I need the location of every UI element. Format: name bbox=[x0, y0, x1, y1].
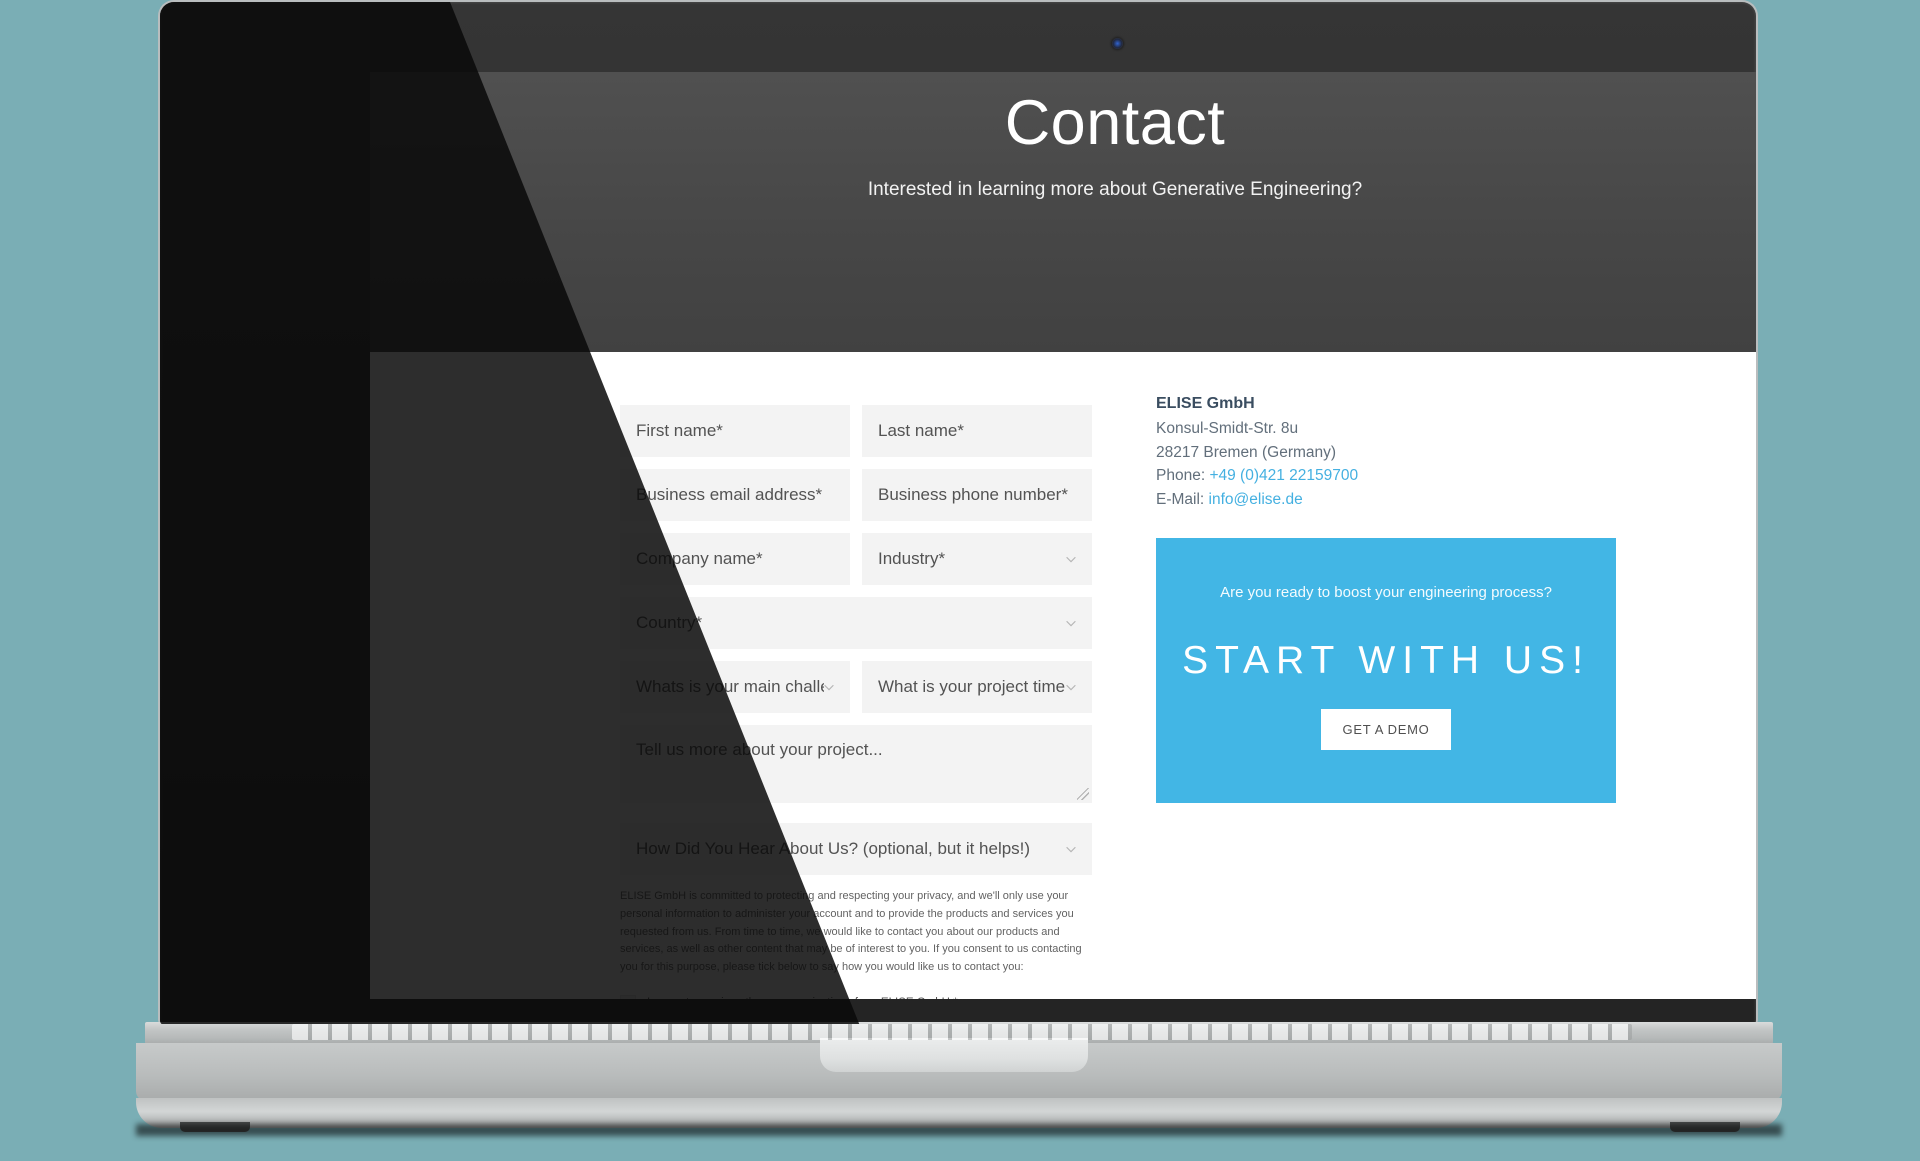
main-challenge-select[interactable]: Whats is your main challenge? bbox=[620, 661, 850, 713]
main-challenge-placeholder: Whats is your main challenge? bbox=[636, 677, 824, 696]
consent-row[interactable]: I agree to receive other communications … bbox=[620, 995, 1092, 999]
project-details-placeholder: Tell us more about your project... bbox=[636, 740, 883, 759]
resize-grip-icon[interactable] bbox=[1077, 788, 1089, 800]
form-row-name: First name* Last name* bbox=[620, 405, 1092, 457]
chevron-down-icon bbox=[824, 684, 834, 691]
contact-info-panel: ELISE GmbH Konsul-Smidt-Str. 8u 28217 Br… bbox=[1156, 395, 1616, 803]
browser-viewport: Contact Interested in learning more abou… bbox=[370, 72, 1756, 999]
chevron-down-icon bbox=[1066, 556, 1076, 563]
hear-about-us-placeholder: How Did You Hear About Us? (optional, bu… bbox=[636, 839, 1031, 858]
get-a-demo-button[interactable]: GET A DEMO bbox=[1320, 708, 1452, 750]
business-email-input[interactable]: Business email address* bbox=[620, 469, 850, 521]
business-phone-input[interactable]: Business phone number* bbox=[862, 469, 1092, 521]
screenshot-stage: Contact Interested in learning more abou… bbox=[0, 0, 1920, 1161]
laptop-shadow bbox=[136, 1124, 1782, 1136]
cta-title: START WITH US! bbox=[1182, 638, 1590, 682]
first-name-placeholder: First name* bbox=[636, 421, 723, 440]
hear-about-us-select[interactable]: How Did You Hear About Us? (optional, bu… bbox=[620, 823, 1092, 875]
phone-link[interactable]: +49 (0)421 22159700 bbox=[1209, 467, 1358, 484]
laptop-mockup: Contact Interested in learning more abou… bbox=[0, 0, 1920, 1161]
company-street: Konsul-Smidt-Str. 8u bbox=[1156, 420, 1299, 437]
company-city: 28217 Bremen (Germany) bbox=[1156, 443, 1337, 461]
chevron-down-icon bbox=[1066, 684, 1076, 691]
email-link[interactable]: info@elise.de bbox=[1209, 491, 1303, 508]
laptop-lid: Contact Interested in learning more abou… bbox=[158, 0, 1758, 1024]
company-name: ELISE GmbH bbox=[1156, 395, 1255, 412]
page-title: Contact bbox=[1004, 88, 1226, 158]
contact-form: First name* Last name* Business email ad… bbox=[620, 405, 1092, 999]
page-body: First name* Last name* Business email ad… bbox=[370, 352, 1756, 999]
country-placeholder: Country* bbox=[636, 613, 703, 632]
project-details-textarea[interactable]: Tell us more about your project... bbox=[620, 725, 1092, 803]
cta-subtitle: Are you ready to boost your engineering … bbox=[1220, 583, 1552, 601]
business-email-placeholder: Business email address* bbox=[636, 485, 823, 504]
company-email-row: E-Mail: info@elise.de bbox=[1156, 488, 1616, 512]
company-name-input[interactable]: Company name* bbox=[620, 533, 850, 585]
chevron-down-icon bbox=[1066, 620, 1076, 627]
form-row-contact: Business email address* Business phone n… bbox=[620, 469, 1092, 521]
consent-checkbox[interactable] bbox=[620, 995, 636, 999]
company-phone-row: Phone: +49 (0)421 22159700 bbox=[1156, 464, 1616, 488]
page-subtitle: Interested in learning more about Genera… bbox=[867, 178, 1363, 200]
project-timeline-placeholder: What is your project timeline? bbox=[878, 677, 1066, 696]
business-phone-placeholder: Business phone number* bbox=[878, 485, 1068, 504]
phone-label: Phone: bbox=[1156, 467, 1206, 485]
laptop-trackpad-notch bbox=[820, 1038, 1088, 1072]
country-select[interactable]: Country* bbox=[620, 597, 1092, 649]
consent-label: I agree to receive other communications … bbox=[647, 997, 958, 999]
industry-placeholder: Industry* bbox=[878, 549, 946, 568]
page-hero: Contact Interested in learning more abou… bbox=[370, 72, 1756, 352]
email-label: E-Mail: bbox=[1156, 491, 1205, 509]
form-row-country: Country* bbox=[620, 597, 1092, 649]
form-row-company: Company name* Industry* bbox=[620, 533, 1092, 585]
first-name-input[interactable]: First name* bbox=[620, 405, 850, 457]
form-row-qualifiers: Whats is your main challenge? What is yo… bbox=[620, 661, 1092, 713]
cta-banner: Are you ready to boost your engineering … bbox=[1156, 537, 1616, 803]
webcam-icon bbox=[1112, 38, 1123, 49]
project-timeline-select[interactable]: What is your project timeline? bbox=[862, 661, 1092, 713]
chevron-down-icon bbox=[1066, 846, 1076, 853]
last-name-placeholder: Last name* bbox=[878, 421, 964, 440]
last-name-input[interactable]: Last name* bbox=[862, 405, 1092, 457]
privacy-notice: ELISE GmbH is committed to protecting an… bbox=[620, 890, 1082, 974]
industry-select[interactable]: Industry* bbox=[862, 533, 1092, 585]
laptop-keyboard bbox=[292, 1024, 1632, 1040]
company-name-placeholder: Company name* bbox=[636, 549, 763, 568]
